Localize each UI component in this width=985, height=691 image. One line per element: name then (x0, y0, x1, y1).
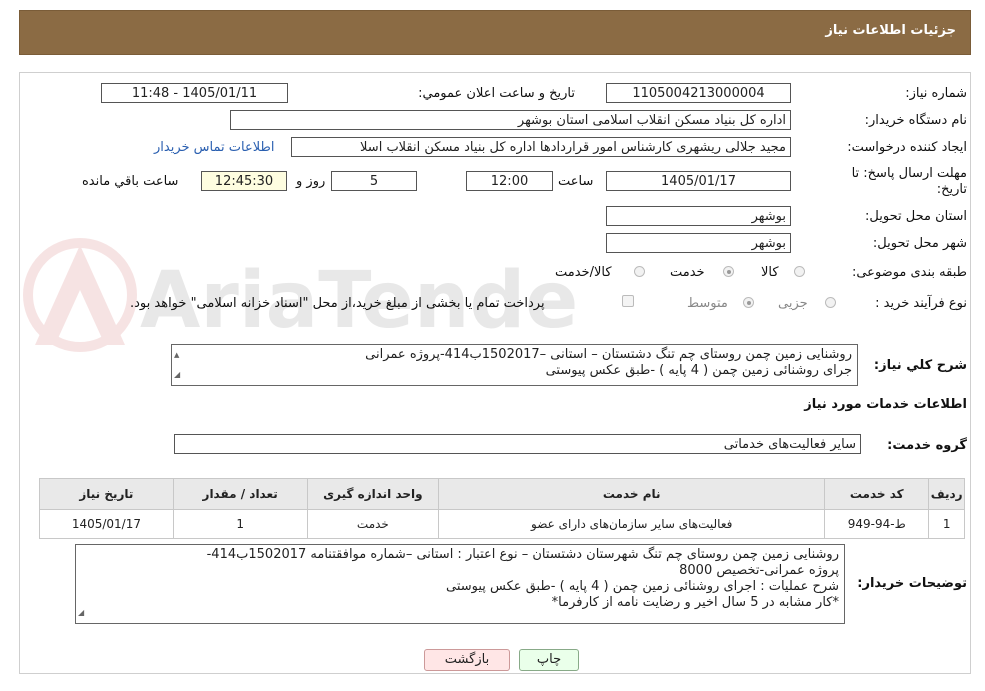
buyer-notes-textarea[interactable]: روشنایی زمین چمن روستای چم تنگ شهرستان د… (75, 544, 845, 624)
summary-line-1: روشنایی زمین چمن روستای چم تنگ دشتستان –… (365, 347, 852, 362)
buyer-notes-line-4: *کار مشابه در 5 سال اخیر و رضایت نامه از… (551, 595, 839, 610)
col-service-code: کد خدمت (824, 478, 930, 510)
deadline-label: مهلت ارسال پاسخ: تا تاریخ: (851, 166, 967, 197)
city-label: شهر محل تحویل: (872, 236, 967, 251)
page-title: جزئیات اطلاعات نیاز (825, 23, 956, 38)
category-both-radio[interactable] (634, 266, 645, 277)
province-label: استان محل تحویل: (865, 209, 967, 224)
summary-line-2: جرای روشنائی زمین چمن ( 4 پایه ) -طبق عک… (545, 363, 852, 378)
buyer-notes-line-3: شرح عملیات : اجرای روشنائی زمین چمن ( 4 … (446, 579, 839, 594)
category-service-radio[interactable] (723, 266, 734, 277)
creator-label: ایجاد کننده درخواست: (847, 140, 967, 155)
treasury-checkbox[interactable] (622, 295, 634, 307)
cell-quantity: 1 (172, 509, 308, 539)
page-header: جزئیات اطلاعات نیاز (19, 10, 971, 55)
buyer-org-label: نام دستگاه خریدار: (864, 113, 967, 128)
col-unit: واحد اندازه گیری (306, 478, 440, 510)
announce-label: تاریخ و ساعت اعلان عمومي: (418, 86, 575, 101)
resize-handle-icon[interactable]: ◢ (78, 605, 84, 621)
remaining-label: ساعت باقي مانده (82, 174, 179, 189)
process-medium-label: متوسط (687, 296, 728, 311)
announce-field[interactable]: 1405/01/11 - 11:48 (101, 83, 288, 103)
table-row: 1 ط-94-949 فعالیت‌های سایر سازمان‌های دا… (39, 509, 965, 539)
table-header-row: ردیف کد خدمت نام خدمت واحد اندازه گیری ت… (39, 478, 965, 510)
creator-field[interactable]: مجید جلالی ریشهری کارشناس امور قراردادها… (291, 137, 791, 157)
cell-unit: خدمت (306, 509, 440, 539)
need-number-label: شماره نیاز: (905, 86, 967, 101)
cell-row-number: 1 (928, 509, 965, 539)
category-service-label: خدمت (670, 265, 705, 280)
category-goods-radio[interactable] (794, 266, 805, 277)
days-field[interactable]: 5 (331, 171, 417, 191)
process-small-label: جزیی (778, 296, 808, 311)
print-button[interactable]: چاپ (519, 649, 579, 671)
category-label: طبقه بندی موضوعی: (851, 265, 967, 280)
deadline-date-field[interactable]: 1405/01/17 (606, 171, 791, 191)
back-button[interactable]: بازگشت (424, 649, 510, 671)
process-medium-radio[interactable] (743, 297, 754, 308)
cell-service-name: فعالیت‌های سایر سازمان‌های دارای عضو (438, 509, 826, 539)
col-service-name: نام خدمت (438, 478, 826, 510)
buyer-notes-label: توضیحات خریدار: (857, 576, 967, 591)
process-small-radio[interactable] (825, 297, 836, 308)
scroll-up-icon[interactable]: ▲ (174, 347, 179, 363)
need-number-field[interactable]: 1105004213000004 (606, 83, 791, 103)
services-table: ردیف کد خدمت نام خدمت واحد اندازه گیری ت… (39, 478, 965, 539)
deadline-time-label: ساعت (558, 174, 594, 189)
cell-need-date: 1405/01/17 (39, 509, 174, 539)
summary-label: شرح کلي نیاز: (873, 358, 967, 373)
service-group-label: گروه خدمت: (887, 438, 967, 453)
category-goods-label: کالا (761, 265, 779, 280)
buyer-notes-line-2: پروژه عمرانی-تخصیص 8000 (679, 563, 839, 578)
col-row-number: ردیف (928, 478, 965, 510)
services-section-title: اطلاعات خدمات مورد نیاز (804, 397, 967, 412)
service-group-field[interactable]: سایر فعالیت‌های خدماتی (174, 434, 861, 454)
resize-handle-icon[interactable]: ◢ (174, 367, 180, 383)
col-need-date: تاریخ نیاز (39, 478, 174, 510)
days-label: روز و (296, 174, 326, 189)
province-field[interactable]: بوشهر (606, 206, 791, 226)
buyer-org-field[interactable]: اداره کل بنیاد مسکن انقلاب اسلامی استان … (230, 110, 791, 130)
city-field[interactable]: بوشهر (606, 233, 791, 253)
summary-textarea[interactable]: روشنایی زمین چمن روستای چم تنگ دشتستان –… (171, 344, 858, 386)
deadline-time-field[interactable]: 12:00 (466, 171, 553, 191)
category-both-label: کالا/خدمت (555, 265, 612, 280)
buyer-notes-line-1: روشنایی زمین چمن روستای چم تنگ شهرستان د… (206, 547, 839, 562)
col-quantity: تعداد / مقدار (172, 478, 308, 510)
payment-note: پرداخت تمام یا بخشی از مبلغ خرید،از محل … (130, 296, 545, 311)
process-label: نوع فرآیند خرید : (875, 296, 967, 311)
remaining-time-field: 12:45:30 (201, 171, 287, 191)
cell-service-code: ط-94-949 (824, 509, 930, 539)
buyer-contact-link[interactable]: اطلاعات تماس خریدار (154, 140, 274, 155)
